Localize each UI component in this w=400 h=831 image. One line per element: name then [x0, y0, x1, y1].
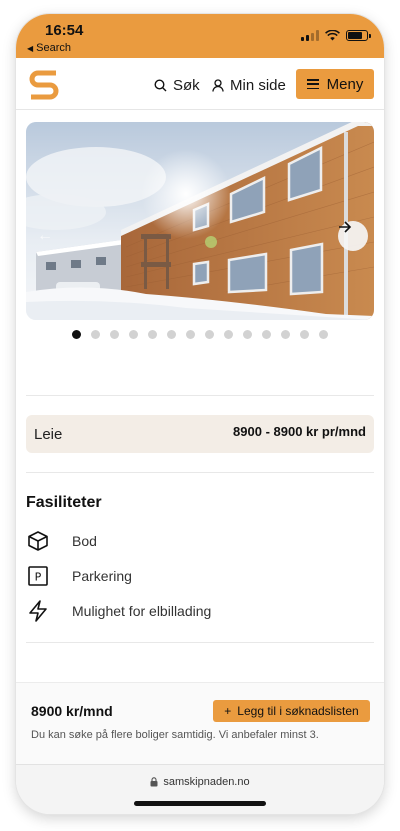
rent-label: Leie [34, 426, 63, 443]
divider [26, 642, 374, 643]
carousel-prev-button[interactable]: ← [37, 221, 53, 251]
carousel-dot[interactable] [243, 330, 252, 339]
carousel-dot[interactable] [91, 330, 100, 339]
add-button-label: Legg til i søknadslisten [237, 704, 359, 718]
image-carousel[interactable]: ← [26, 122, 374, 320]
facility-label: Mulighet for elbillading [72, 603, 212, 619]
nav-search-link[interactable]: Søk [154, 77, 200, 94]
home-indicator[interactable] [134, 801, 266, 806]
carousel-dot[interactable] [167, 330, 176, 339]
carousel-dots [72, 330, 328, 339]
carousel-dot[interactable] [319, 330, 328, 339]
lock-icon [150, 777, 158, 787]
battery-icon [346, 30, 371, 41]
arrow-right-icon [339, 221, 352, 233]
user-icon [212, 79, 224, 92]
wifi-icon [325, 30, 340, 41]
rent-value: 8900 - 8900 kr pr/mnd [233, 424, 366, 439]
add-to-application-list-button[interactable]: + Legg til i søknadslisten [213, 700, 370, 722]
application-note: Du kan søke på flere boliger samtidig. V… [31, 729, 319, 741]
url-field[interactable]: samskipnaden.no [16, 776, 384, 788]
facility-label: Bod [72, 533, 97, 549]
facility-item: Bod [26, 529, 97, 553]
rent-row: Leie 8900 - 8900 kr pr/mnd [26, 415, 374, 453]
menu-button[interactable]: Meny [296, 69, 374, 99]
carousel-dot[interactable] [224, 330, 233, 339]
facility-item: Mulighet for elbillading [26, 599, 211, 623]
apartment-building-photo [26, 122, 374, 320]
nav-search-label: Søk [173, 77, 200, 94]
carousel-dot[interactable] [72, 330, 81, 339]
menu-label: Meny [326, 75, 364, 93]
status-icons [301, 30, 371, 41]
search-icon [154, 79, 167, 92]
carousel-dot[interactable] [110, 330, 119, 339]
carousel-next-button[interactable] [338, 221, 368, 251]
box-icon [26, 529, 50, 553]
carousel-dot[interactable] [300, 330, 309, 339]
status-bar: 16:54 ◀ Search [16, 14, 384, 58]
carousel-dot[interactable] [129, 330, 138, 339]
phone-frame: 16:54 ◀ Search Søk Min side Meny ← Leie … [16, 14, 384, 814]
facilities-title: Fasiliteter [26, 494, 102, 511]
carousel-dot[interactable] [148, 330, 157, 339]
browser-address-bar: samskipnaden.no [16, 764, 384, 814]
back-arrow-icon: ◀ [27, 43, 34, 53]
back-to-search-link[interactable]: ◀ Search [27, 42, 71, 54]
carousel-dot[interactable] [281, 330, 290, 339]
cellular-signal-icon [301, 30, 319, 41]
carousel-dot[interactable] [186, 330, 195, 339]
back-label: Search [36, 42, 72, 54]
nav-my-page-link[interactable]: Min side [212, 77, 286, 94]
nav-my-page-label: Min side [230, 77, 286, 94]
facility-item: P Parkering [26, 564, 132, 588]
status-time: 16:54 [45, 22, 84, 39]
url-text: samskipnaden.no [163, 776, 250, 788]
lightning-icon [26, 599, 50, 623]
samskipnaden-logo[interactable] [26, 67, 62, 101]
svg-text:P: P [35, 571, 42, 584]
divider [26, 395, 374, 396]
monthly-price: 8900 kr/mnd [31, 703, 113, 719]
plus-icon: + [224, 704, 232, 718]
parking-icon: P [26, 564, 50, 588]
carousel-dot[interactable] [205, 330, 214, 339]
site-header: Søk Min side Meny [16, 58, 384, 110]
hamburger-icon [306, 79, 319, 89]
application-bar: 8900 kr/mnd + Legg til i søknadslisten D… [16, 682, 384, 764]
carousel-dot[interactable] [262, 330, 271, 339]
arrow-left-icon: ← [37, 227, 53, 244]
divider [26, 472, 374, 473]
facility-label: Parkering [72, 568, 132, 584]
